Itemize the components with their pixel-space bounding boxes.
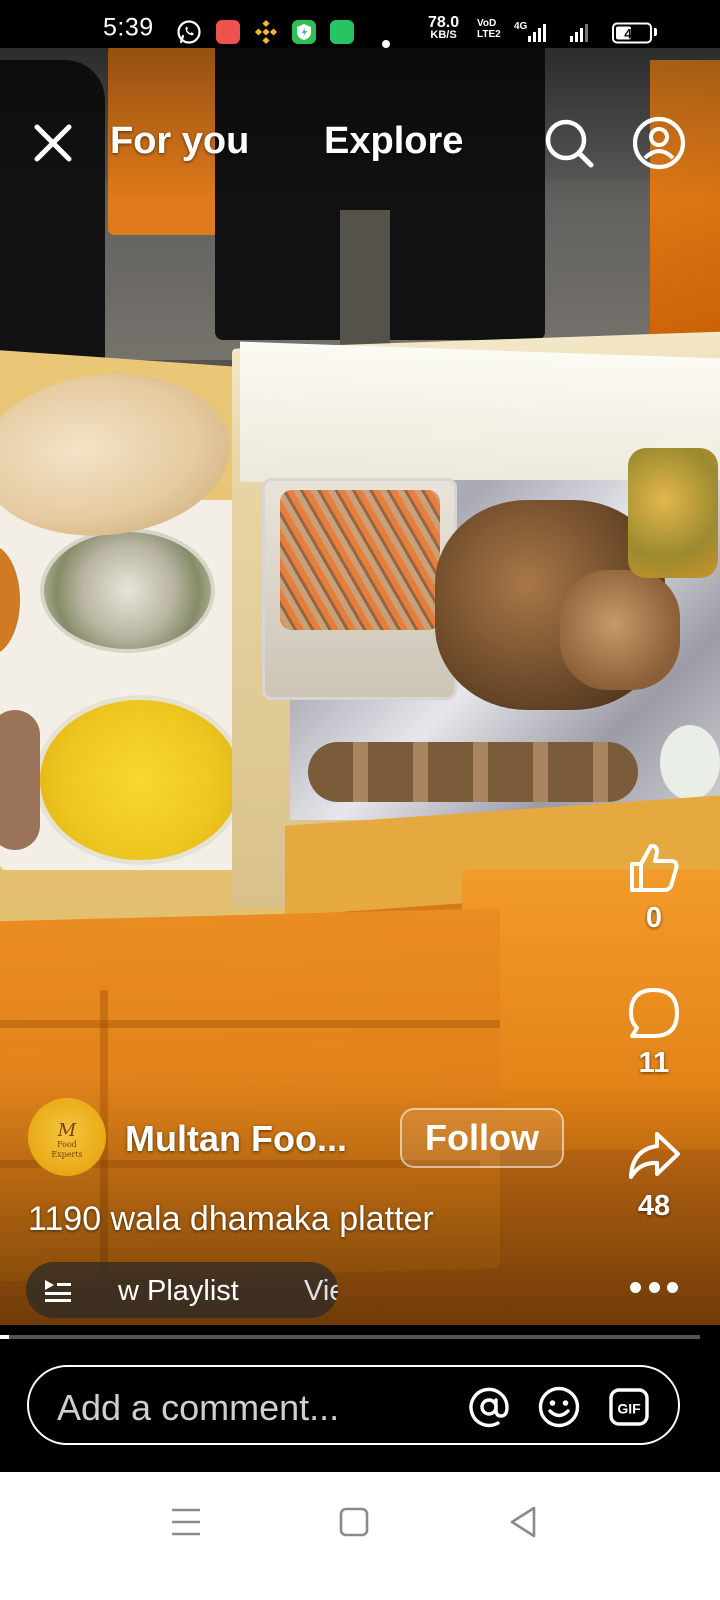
close-icon[interactable] [28, 118, 78, 168]
food-seekh-kebabs [308, 742, 638, 802]
top-nav: For you Explore [0, 100, 720, 184]
comment-input[interactable]: Add a comment... GIF [27, 1365, 680, 1445]
home-icon[interactable] [334, 1502, 374, 1542]
playlist-label: w Playlist [118, 1275, 239, 1307]
notification-dot [382, 40, 390, 48]
android-nav-bar [0, 1472, 720, 1600]
comment-button[interactable]: 11 [622, 985, 686, 1080]
avatar-logo: M Food Experts [51, 1120, 83, 1160]
mention-icon[interactable] [467, 1385, 511, 1429]
tab-explore[interactable]: Explore [324, 120, 463, 163]
network-type-label: 4G [514, 21, 528, 32]
back-icon[interactable] [504, 1502, 544, 1542]
follow-button[interactable]: Follow [400, 1108, 564, 1168]
battery-level: 41 [624, 25, 640, 41]
share-count: 48 [637, 1190, 671, 1222]
video-progress-bar[interactable] [0, 1335, 700, 1339]
signal-sim2-icon [570, 24, 588, 42]
green-app-icon [330, 20, 354, 44]
playlist-icon [45, 1280, 71, 1302]
vpn-shield-icon [292, 20, 316, 44]
video-progress-fill [0, 1335, 10, 1339]
food-pulao-carrots [280, 490, 440, 630]
status-bar: 5:39 78.0 KB/S VoD LTE2 4G 41 [0, 0, 720, 48]
gif-label: GIF [617, 1401, 641, 1417]
recorder-app-icon [216, 20, 240, 44]
food-rice-bowl [35, 695, 245, 865]
food-pakora [628, 448, 718, 578]
battery-icon: 41 [612, 22, 652, 44]
like-icon [630, 843, 679, 892]
comment-count: 11 [638, 1047, 670, 1079]
like-button[interactable]: 0 [622, 840, 686, 935]
video-caption[interactable]: 1190 wala dhamaka platter [28, 1200, 434, 1239]
menu-icon[interactable] [166, 1502, 206, 1542]
binance-icon [254, 19, 278, 45]
whatsapp-icon [177, 20, 201, 44]
playlist-pill[interactable]: w Playlist Vie [26, 1262, 338, 1318]
search-icon[interactable] [540, 114, 598, 172]
more-icon[interactable] [630, 1282, 678, 1296]
signal-4g-icon: 4G [514, 21, 546, 42]
network-speed: 78.0 KB/S [428, 14, 460, 42]
video-legs-gap [340, 210, 390, 350]
battery-cap [654, 28, 657, 36]
like-count: 0 [645, 902, 663, 934]
food-chicken-piece [560, 570, 680, 690]
avatar[interactable]: M Food Experts [28, 1098, 106, 1176]
volte-indicator: VoD LTE2 [477, 18, 501, 40]
food-raita-bowl [40, 528, 215, 653]
food-onion [660, 725, 720, 800]
creator-name[interactable]: Multan Foo... [125, 1118, 347, 1160]
emoji-icon[interactable] [537, 1385, 581, 1429]
comment-placeholder: Add a comment... [57, 1387, 340, 1428]
playlist-views-label: Vie [304, 1275, 338, 1307]
share-icon [629, 1132, 680, 1179]
share-button[interactable]: 48 [622, 1128, 686, 1223]
status-time: 5:39 [103, 13, 154, 42]
table-ridge [0, 1020, 500, 1028]
comment-icon [629, 988, 679, 1038]
profile-icon[interactable] [630, 114, 688, 172]
food-kebab-left [0, 710, 40, 850]
tab-for-you[interactable]: For you [110, 120, 249, 163]
video-player[interactable] [0, 0, 720, 1325]
gif-icon[interactable]: GIF [607, 1385, 651, 1429]
